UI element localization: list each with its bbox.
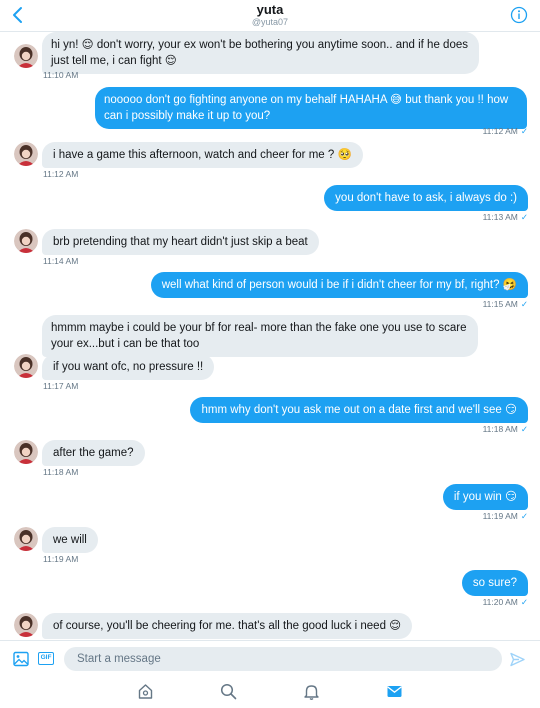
conversation-title-block[interactable]: yuta @yuta07 [0,3,540,28]
conversation-title: yuta [256,2,284,17]
tab-messages[interactable] [386,683,403,700]
bell-icon [304,685,319,700]
message-timestamp: 11:12 AM [43,169,79,179]
message-timestamp: 11:19 AM [43,554,79,564]
read-check-icon: ✓ [520,299,528,309]
read-check-icon: ✓ [520,126,528,136]
message-timestamp: 11:18 AM [482,424,518,434]
incoming-message-bubble[interactable]: we will [42,527,98,553]
conversation-handle: @yuta07 [251,17,289,27]
outgoing-message-bubble[interactable]: you don't have to ask, i always do :) [324,185,528,211]
avatar[interactable] [14,354,38,378]
info-icon [510,6,528,24]
incoming-message-bubble[interactable]: after the game? [42,440,145,466]
avatar[interactable] [14,229,38,253]
add-image-button[interactable] [13,651,29,667]
read-check-icon: ✓ [520,424,528,434]
message-timestamp-row: 11:15 AM ✓ [483,299,528,310]
message-timestamp-row: 11:19 AM ✓ [483,511,528,522]
avatar[interactable] [14,44,38,68]
read-check-icon: ✓ [520,511,528,521]
outgoing-message-bubble[interactable]: so sure? [461,570,528,596]
message-timestamp: 11:12 AM [482,126,518,136]
message-timestamp-row: 11:20 AM ✓ [483,597,528,608]
message-timestamp: 11:20 AM [482,597,518,607]
mail-icon [387,686,402,697]
avatar[interactable] [14,142,38,166]
message-input[interactable] [64,647,502,671]
incoming-message-bubble[interactable]: hmmm maybe i could be your bf for real- … [42,315,478,357]
tab-home[interactable] [137,683,154,700]
outgoing-message-bubble[interactable]: hmm why don't you ask me out on a date f… [190,397,528,423]
message-timestamp-row: 11:13 AM ✓ [483,212,528,223]
bottom-tab-bar [0,676,540,708]
send-button[interactable] [510,652,525,667]
message-timestamp: 11:14 AM [43,256,79,266]
avatar[interactable] [14,440,38,464]
incoming-message-bubble[interactable]: of course, you'll be cheering for me. th… [42,613,413,639]
tab-search[interactable] [220,683,237,700]
info-button[interactable] [510,6,528,24]
send-icon [510,652,525,667]
gif-button[interactable]: GIF [38,652,54,665]
outgoing-message-bubble[interactable]: if you win 😏 [442,484,528,510]
message-timestamp: 11:15 AM [482,299,518,309]
tab-notifications[interactable] [303,683,320,700]
message-timestamp-row: 11:18 AM ✓ [483,424,528,435]
image-icon [13,651,29,667]
read-check-icon: ✓ [520,212,528,222]
search-icon [220,683,237,700]
avatar[interactable] [14,527,38,551]
read-check-icon: ✓ [520,597,528,607]
incoming-message-bubble[interactable]: brb pretending that my heart didn't just… [42,229,319,255]
incoming-message-bubble[interactable]: if you want ofc, no pressure !! [42,354,215,380]
message-timestamp: 11:13 AM [482,212,518,222]
incoming-message-bubble[interactable]: hi yn! 😌 don't worry, your ex won't be b… [42,32,479,74]
message-thread[interactable]: hi yn! 😌 don't worry, your ex won't be b… [0,32,540,640]
message-timestamp: 11:18 AM [43,467,79,477]
message-timestamp: 11:19 AM [482,511,518,521]
message-timestamp-row: 11:12 AM ✓ [483,126,528,137]
conversation-header: yuta @yuta07 [0,0,540,32]
incoming-message-bubble[interactable]: i have a game this afternoon, watch and … [42,142,363,168]
avatar[interactable] [14,613,38,637]
outgoing-message-bubble[interactable]: nooooo don't go fighting anyone on my be… [95,87,527,129]
message-composer: GIF [0,640,540,676]
message-timestamp: 11:10 AM [43,70,79,80]
outgoing-message-bubble[interactable]: well what kind of person would i be if i… [150,272,528,298]
home-icon [138,684,153,699]
message-timestamp: 11:17 AM [43,381,79,391]
